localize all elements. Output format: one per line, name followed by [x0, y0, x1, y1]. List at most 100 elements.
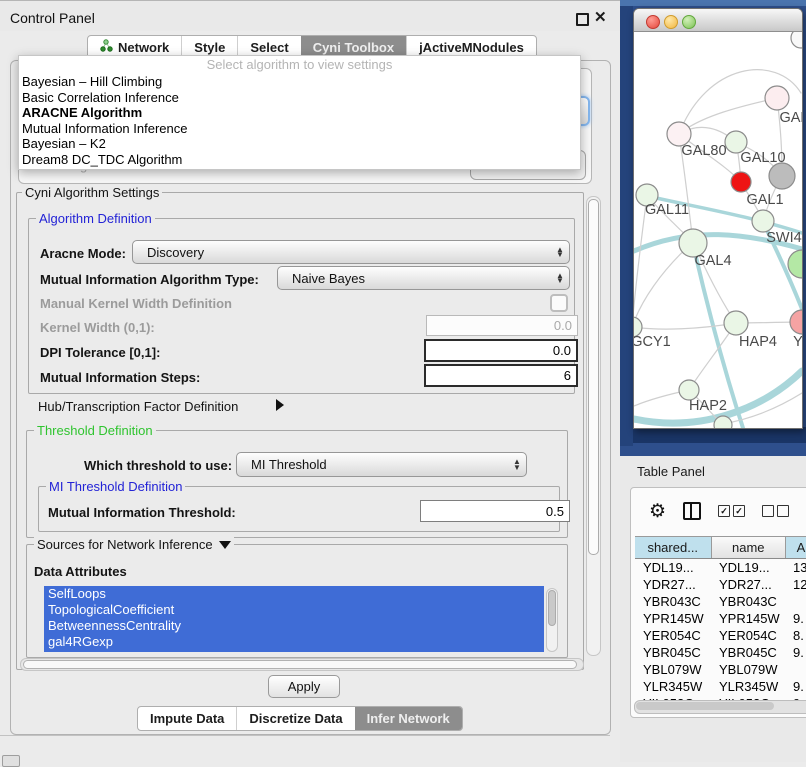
mi-steps-field[interactable]: 6	[424, 364, 578, 387]
table-cell: YBR045C	[635, 644, 711, 661]
mi-type-combo[interactable]: Naive Bayes ▲▼	[277, 266, 570, 290]
attribute-item[interactable]: TopologicalCoefficient	[44, 602, 544, 618]
tab-impute-data[interactable]: Impute Data	[138, 707, 236, 730]
deselect-all-columns-icon[interactable]	[762, 505, 789, 517]
settings-hscrollbar-thumb[interactable]	[23, 660, 577, 669]
network-node-label: GAL1	[746, 192, 783, 208]
table-row[interactable]: YBL079WYBL079W	[635, 661, 806, 678]
checked-box-icon: ✓	[733, 505, 745, 517]
table-hscrollbar-track[interactable]	[634, 700, 806, 714]
table-cell: 9.	[785, 610, 806, 627]
apply-button[interactable]: Apply	[268, 675, 340, 698]
dpi-tolerance-value: 0.0	[553, 343, 571, 358]
network-view-window[interactable]: GALGAL80GAL10GAL1GAL11SWI4GAL4GCY1HAP4YH…	[633, 8, 803, 429]
gear-icon[interactable]: ⚙	[649, 502, 666, 521]
combo-arrows-icon: ▲▼	[551, 247, 569, 258]
close-traffic-light-icon[interactable]	[646, 15, 660, 29]
column-header[interactable]: shared...	[635, 537, 712, 558]
table-cell: YBR045C	[711, 644, 785, 661]
mi-steps-value: 6	[564, 368, 571, 383]
network-canvas[interactable]: GALGAL80GAL10GAL1GAL11SWI4GAL4GCY1HAP4YH…	[634, 32, 802, 428]
table-row[interactable]: YBR043CYBR043C	[635, 593, 806, 610]
table-hscrollbar-thumb[interactable]	[636, 702, 774, 710]
network-node[interactable]	[679, 380, 699, 400]
network-node[interactable]	[752, 210, 774, 232]
which-threshold-combo[interactable]: MI Threshold ▲▼	[236, 452, 527, 477]
network-window-titlebar[interactable]	[634, 9, 802, 32]
table-row[interactable]: YBR045CYBR045C9.	[635, 644, 806, 661]
column-header[interactable]: name	[712, 537, 787, 558]
attribute-item[interactable]: SelfLoops	[44, 586, 544, 602]
attribute-item[interactable]: BetweennessCentrality	[44, 618, 544, 634]
tab-discretize-data[interactable]: Discretize Data	[236, 707, 354, 730]
minimize-traffic-light-icon[interactable]	[664, 15, 678, 29]
network-node-label: GAL80	[681, 143, 726, 159]
network-node-label: GCY1	[634, 334, 671, 350]
algorithm-option[interactable]: Dream8 DC_TDC Algorithm	[19, 152, 580, 168]
table-cell: YDR27...	[711, 576, 785, 593]
network-node[interactable]	[724, 311, 748, 335]
algorithm-option[interactable]: Bayesian – Hill Climbing	[19, 74, 580, 90]
network-node[interactable]	[714, 416, 732, 428]
close-icon[interactable]: ✕	[594, 8, 607, 26]
zoom-traffic-light-icon[interactable]	[682, 15, 696, 29]
mi-threshold-field[interactable]: 0.5	[420, 500, 570, 522]
kernel-width-field[interactable]: 0.0	[426, 315, 578, 336]
network-node[interactable]	[790, 310, 802, 334]
table-row[interactable]: YDR27...YDR27...12	[635, 576, 806, 593]
tab-infer-network[interactable]: Infer Network	[355, 707, 462, 730]
select-all-columns-icon[interactable]: ✓ ✓	[718, 505, 745, 517]
network-node-label: GAL4	[694, 253, 731, 269]
dropdown-placeholder: Select algorithm to view settings	[19, 56, 580, 74]
tab-label: Discretize Data	[249, 707, 342, 730]
unchecked-box-icon	[777, 505, 789, 517]
combo-arrows-icon: ▲▼	[508, 459, 526, 470]
table-cell: YDL19...	[635, 559, 711, 576]
expand-right-icon[interactable]	[276, 399, 284, 411]
column-header[interactable]: A	[786, 537, 806, 558]
network-node[interactable]	[791, 32, 802, 48]
table-row[interactable]: YER054CYER054C8.	[635, 627, 806, 644]
algorithm-option[interactable]: Bayesian – K2	[19, 136, 580, 152]
settings-scrollbar-thumb[interactable]	[588, 199, 599, 555]
settings-scrollbar-track[interactable]	[586, 196, 601, 656]
sources-title-text: Sources for Network Inference	[37, 537, 213, 552]
hub-definition-label: Hub/Transcription Factor Definition	[38, 399, 238, 414]
algorithm-dropdown[interactable]: Select algorithm to view settings Bayesi…	[18, 55, 581, 170]
table-toolbar: ⚙ ✓ ✓	[631, 488, 806, 534]
aracne-mode-combo[interactable]: Discovery ▲▼	[132, 240, 570, 264]
table-cell: YBR043C	[711, 593, 785, 610]
table-cell: 13	[785, 559, 806, 576]
table-cell	[785, 593, 806, 610]
mi-threshold-value: 0.5	[546, 504, 564, 519]
network-node[interactable]	[765, 86, 789, 110]
manual-kernel-checkbox[interactable]	[550, 294, 568, 312]
table-row[interactable]: YPR145WYPR145W9.	[635, 610, 806, 627]
float-window-icon[interactable]	[576, 13, 589, 26]
combo-arrows-icon: ▲▼	[551, 273, 569, 284]
table-row[interactable]: YLR345WYLR345W9.	[635, 678, 806, 695]
corner-mini-button[interactable]	[2, 755, 20, 767]
attributes-scrollbar-track[interactable]	[546, 588, 558, 652]
tab-label: Infer Network	[367, 707, 450, 730]
collapse-down-icon[interactable]	[219, 541, 231, 549]
network-graph[interactable]: GALGAL80GAL10GAL1GAL11SWI4GAL4GCY1HAP4YH…	[634, 32, 802, 428]
algorithm-option[interactable]: Mutual Information Inference	[19, 121, 580, 137]
network-node[interactable]	[731, 172, 751, 192]
attribute-item[interactable]: gal4RGexp	[44, 634, 544, 650]
table-cell: YLR345W	[711, 678, 785, 695]
settings-hscrollbar-track[interactable]	[20, 658, 584, 671]
dpi-tolerance-field[interactable]: 0.0	[424, 339, 578, 362]
algorithm-option[interactable]: ARACNE Algorithm	[19, 105, 580, 121]
split-columns-icon[interactable]	[683, 502, 701, 520]
data-attributes-list[interactable]: SelfLoopsTopologicalCoefficientBetweenne…	[44, 586, 544, 652]
control-panel-title: Control Panel	[10, 10, 95, 26]
table-row[interactable]: YDL19...YDL19...13	[635, 559, 806, 576]
network-node[interactable]	[788, 250, 802, 278]
table-panel-title: Table Panel	[637, 464, 705, 479]
algorithm-option[interactable]: Basic Correlation Inference	[19, 90, 580, 106]
attributes-scrollbar-thumb[interactable]	[548, 590, 556, 626]
table-cell: YBR043C	[635, 593, 711, 610]
unchecked-box-icon	[762, 505, 774, 517]
network-node[interactable]	[769, 163, 795, 189]
